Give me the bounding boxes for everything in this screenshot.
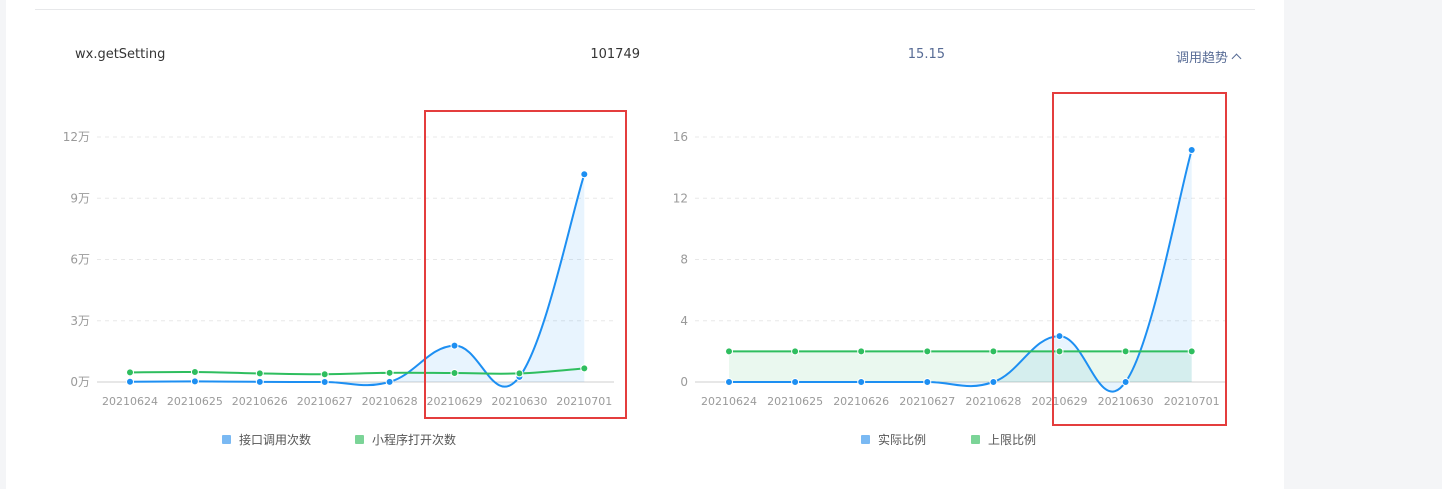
y-tick-label: 3万 [70, 314, 90, 328]
data-point [255, 369, 264, 378]
data-point [923, 347, 932, 356]
x-tick-label: 20210701 [556, 395, 612, 408]
data-point [320, 370, 329, 379]
x-tick-label: 20210625 [767, 395, 823, 408]
data-point [1187, 347, 1196, 356]
legend-label: 接口调用次数 [239, 433, 312, 447]
legend-label: 实际比例 [878, 433, 927, 447]
data-point [385, 368, 394, 377]
legend-swatch-green [971, 435, 980, 444]
data-point [126, 368, 134, 377]
data-point [190, 367, 199, 376]
data-point [580, 170, 589, 179]
call-trend-chart: 0万 3万 6万 9万 12万 20210624 20210625 20210626 20210… [63, 130, 1226, 408]
data-point [989, 378, 998, 386]
x-tick-label: 20210629 [427, 395, 483, 408]
data-point [857, 378, 866, 386]
x-tick-label: 20210627 [297, 395, 353, 408]
legend-swatch-blue [222, 435, 231, 444]
data-point [190, 377, 199, 386]
x-tick-label: 20210625 [167, 395, 223, 408]
x-tick-label: 20210701 [1164, 395, 1220, 408]
legend-item-actual-ratio[interactable]: 实际比例 [861, 431, 926, 448]
x-tick-label: 20210627 [899, 395, 955, 408]
x-tick-label: 20210630 [1098, 395, 1154, 408]
legend-item-call-count[interactable]: 接口调用次数 [222, 431, 311, 448]
data-point [989, 347, 998, 356]
series-area [729, 351, 1192, 382]
y-tick-label: 12 [673, 191, 688, 205]
y-tick-label: 4 [680, 314, 688, 328]
data-point [1187, 146, 1196, 155]
data-point [857, 347, 866, 356]
y-tick-label: 12万 [63, 130, 90, 144]
data-point [515, 369, 524, 378]
x-tick-label: 20210628 [965, 395, 1021, 408]
data-point [320, 378, 329, 386]
x-tick-label: 20210624 [701, 395, 757, 408]
y-tick-label: 16 [673, 130, 688, 144]
x-tick-label: 20210626 [833, 395, 889, 408]
y-tick-label: 8 [680, 253, 688, 267]
data-point [255, 377, 264, 386]
x-tick-label: 20210626 [232, 395, 288, 408]
x-tick-label: 20210628 [362, 395, 418, 408]
data-point [1055, 332, 1064, 341]
y-tick-label: 9万 [70, 191, 90, 205]
x-tick-label: 20210624 [102, 395, 158, 408]
legend-swatch-blue [861, 435, 870, 444]
data-point [725, 347, 733, 356]
data-point [1121, 378, 1130, 386]
data-point [1055, 347, 1064, 356]
series-area [130, 174, 585, 387]
x-tick-label: 20210630 [491, 395, 547, 408]
y-tick-label: 0 [680, 375, 688, 389]
legend-label: 小程序打开次数 [372, 433, 457, 447]
data-point [385, 377, 394, 386]
data-point [923, 378, 932, 386]
data-point [791, 378, 800, 386]
data-point [450, 369, 459, 378]
series-line [129, 173, 586, 388]
legend-item-open-count[interactable]: 小程序打开次数 [355, 431, 456, 448]
data-point [791, 347, 800, 356]
legend-swatch-green [355, 435, 364, 444]
y-tick-label: 0万 [70, 375, 90, 389]
y-tick-label: 6万 [70, 253, 90, 267]
legend-label: 上限比例 [988, 433, 1037, 447]
data-point [725, 378, 733, 386]
legend-item-limit-ratio[interactable]: 上限比例 [971, 431, 1036, 448]
data-point [1121, 347, 1130, 356]
x-tick-label: 20210629 [1032, 395, 1088, 408]
data-point [126, 377, 134, 386]
data-point [580, 364, 589, 373]
data-point [450, 341, 459, 350]
